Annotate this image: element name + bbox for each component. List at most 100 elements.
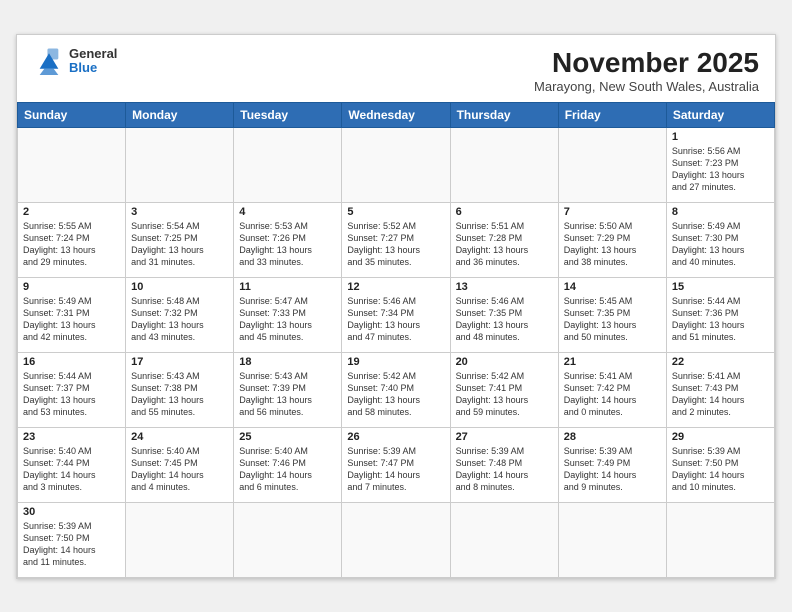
calendar-cell: 3Sunrise: 5:54 AM Sunset: 7:25 PM Daylig…: [126, 202, 234, 277]
week-row-1: 1Sunrise: 5:56 AM Sunset: 7:23 PM Daylig…: [18, 127, 775, 202]
day-info: Sunrise: 5:42 AM Sunset: 7:40 PM Dayligh…: [347, 370, 444, 419]
week-row-4: 16Sunrise: 5:44 AM Sunset: 7:37 PM Dayli…: [18, 352, 775, 427]
day-number: 12: [347, 281, 444, 293]
calendar-cell: 16Sunrise: 5:44 AM Sunset: 7:37 PM Dayli…: [18, 352, 126, 427]
calendar-cell: 11 Sunrise: 5:47 AM Sunset: 7:33 PM Dayli…: [234, 277, 342, 352]
calendar-cell: [342, 502, 450, 577]
day-number: 7: [564, 206, 661, 218]
day-info: Sunrise: 5:52 AM Sunset: 7:27 PM Dayligh…: [347, 220, 444, 269]
day-info: Sunrise: 5:46 AM Sunset: 7:35 PM Dayligh…: [456, 295, 553, 344]
calendar-cell: 20Sunrise: 5:42 AM Sunset: 7:41 PM Dayli…: [450, 352, 558, 427]
day-info: Sunrise: 5:41 AM Sunset: 7:43 PM Dayligh…: [672, 370, 769, 419]
day-number: 5: [347, 206, 444, 218]
weekday-header-thursday: Thursday: [450, 102, 558, 127]
day-number: 24: [131, 431, 228, 443]
calendar-cell: 26 Sunrise: 5:39 AM Sunset: 7:47 PM Dayli…: [342, 427, 450, 502]
calendar-cell: 8Sunrise: 5:49 AM Sunset: 7:30 PM Daylig…: [666, 202, 774, 277]
weekday-header-sunday: Sunday: [18, 102, 126, 127]
calendar-cell: 5 Sunrise: 5:52 AM Sunset: 7:27 PM Daylig…: [342, 202, 450, 277]
day-number: 26: [347, 431, 444, 443]
calendar-cell: 21 Sunrise: 5:41 AM Sunset: 7:42 PM Dayli…: [558, 352, 666, 427]
calendar-cell: 13 Sunrise: 5:46 AM Sunset: 7:35 PM Dayli…: [450, 277, 558, 352]
calendar-cell: 14 Sunrise: 5:45 AM Sunset: 7:35 PM Dayli…: [558, 277, 666, 352]
calendar-cell: [18, 127, 126, 202]
day-info: Sunrise: 5:43 AM Sunset: 7:39 PM Dayligh…: [239, 370, 336, 419]
day-info: Sunrise: 5:39 AM Sunset: 7:50 PM Dayligh…: [23, 520, 120, 569]
day-info: Sunrise: 5:47 AM Sunset: 7:33 PM Dayligh…: [239, 295, 336, 344]
weekday-header-row: SundayMondayTuesdayWednesdayThursdayFrid…: [18, 102, 775, 127]
day-number: 28: [564, 431, 661, 443]
calendar-cell: 18 Sunrise: 5:43 AM Sunset: 7:39 PM Dayli…: [234, 352, 342, 427]
day-number: 13: [456, 281, 553, 293]
calendar-cell: 15 Sunrise: 5:44 AM Sunset: 7:36 PM Dayli…: [666, 277, 774, 352]
weekday-header-friday: Friday: [558, 102, 666, 127]
day-info: Sunrise: 5:56 AM Sunset: 7:23 PM Dayligh…: [672, 145, 769, 194]
day-info: Sunrise: 5:40 AM Sunset: 7:45 PM Dayligh…: [131, 445, 228, 494]
day-number: 22: [672, 356, 769, 368]
day-info: Sunrise: 5:44 AM Sunset: 7:37 PM Dayligh…: [23, 370, 120, 419]
day-info: Sunrise: 5:39 AM Sunset: 7:47 PM Dayligh…: [347, 445, 444, 494]
calendar-cell: [234, 127, 342, 202]
calendar-cell: [126, 127, 234, 202]
day-number: 14: [564, 281, 661, 293]
logo-icon: [33, 47, 65, 75]
week-row-3: 9 Sunrise: 5:49 AM Sunset: 7:31 PM Daylig…: [18, 277, 775, 352]
day-number: 17: [131, 356, 228, 368]
logo: General Blue: [33, 47, 117, 76]
day-number: 19: [347, 356, 444, 368]
day-info: Sunrise: 5:49 AM Sunset: 7:30 PM Dayligh…: [672, 220, 769, 269]
day-info: Sunrise: 5:40 AM Sunset: 7:46 PM Dayligh…: [239, 445, 336, 494]
month-title: November 2025: [534, 47, 759, 79]
day-number: 20: [456, 356, 553, 368]
calendar-table: SundayMondayTuesdayWednesdayThursdayFrid…: [17, 102, 775, 578]
day-number: 9: [23, 281, 120, 293]
day-info: Sunrise: 5:51 AM Sunset: 7:28 PM Dayligh…: [456, 220, 553, 269]
logo-text: General Blue: [69, 47, 117, 76]
day-number: 6: [456, 206, 553, 218]
day-info: Sunrise: 5:44 AM Sunset: 7:36 PM Dayligh…: [672, 295, 769, 344]
calendar-cell: 7 Sunrise: 5:50 AM Sunset: 7:29 PM Daylig…: [558, 202, 666, 277]
day-info: Sunrise: 5:50 AM Sunset: 7:29 PM Dayligh…: [564, 220, 661, 269]
calendar-header: General Blue November 2025 Marayong, New…: [17, 35, 775, 102]
calendar-cell: [342, 127, 450, 202]
calendar-cell: 28Sunrise: 5:39 AM Sunset: 7:49 PM Dayli…: [558, 427, 666, 502]
week-row-6: 30Sunrise: 5:39 AM Sunset: 7:50 PM Dayli…: [18, 502, 775, 577]
calendar-cell: 4Sunrise: 5:53 AM Sunset: 7:26 PM Daylig…: [234, 202, 342, 277]
calendar-cell: 17Sunrise: 5:43 AM Sunset: 7:38 PM Dayli…: [126, 352, 234, 427]
calendar-tbody: 1Sunrise: 5:56 AM Sunset: 7:23 PM Daylig…: [18, 127, 775, 577]
calendar-cell: [666, 502, 774, 577]
weekday-header-wednesday: Wednesday: [342, 102, 450, 127]
title-block: November 2025 Marayong, New South Wales,…: [534, 47, 759, 94]
day-number: 2: [23, 206, 120, 218]
weekday-header-saturday: Saturday: [666, 102, 774, 127]
day-number: 23: [23, 431, 120, 443]
week-row-5: 23Sunrise: 5:40 AM Sunset: 7:44 PM Dayli…: [18, 427, 775, 502]
calendar-container: General Blue November 2025 Marayong, New…: [16, 34, 776, 579]
calendar-cell: 25Sunrise: 5:40 AM Sunset: 7:46 PM Dayli…: [234, 427, 342, 502]
day-number: 21: [564, 356, 661, 368]
day-info: Sunrise: 5:41 AM Sunset: 7:42 PM Dayligh…: [564, 370, 661, 419]
calendar-cell: 23Sunrise: 5:40 AM Sunset: 7:44 PM Dayli…: [18, 427, 126, 502]
day-number: 15: [672, 281, 769, 293]
day-info: Sunrise: 5:49 AM Sunset: 7:31 PM Dayligh…: [23, 295, 120, 344]
calendar-cell: 27Sunrise: 5:39 AM Sunset: 7:48 PM Dayli…: [450, 427, 558, 502]
calendar-cell: [558, 502, 666, 577]
week-row-2: 2Sunrise: 5:55 AM Sunset: 7:24 PM Daylig…: [18, 202, 775, 277]
day-number: 11: [239, 281, 336, 293]
calendar-cell: [450, 502, 558, 577]
weekday-header-tuesday: Tuesday: [234, 102, 342, 127]
location: Marayong, New South Wales, Australia: [534, 79, 759, 94]
day-info: Sunrise: 5:53 AM Sunset: 7:26 PM Dayligh…: [239, 220, 336, 269]
calendar-thead: SundayMondayTuesdayWednesdayThursdayFrid…: [18, 102, 775, 127]
calendar-cell: [126, 502, 234, 577]
calendar-cell: 9 Sunrise: 5:49 AM Sunset: 7:31 PM Daylig…: [18, 277, 126, 352]
day-number: 3: [131, 206, 228, 218]
calendar-cell: 22 Sunrise: 5:41 AM Sunset: 7:43 PM Dayli…: [666, 352, 774, 427]
calendar-cell: 10Sunrise: 5:48 AM Sunset: 7:32 PM Dayli…: [126, 277, 234, 352]
calendar-cell: 12Sunrise: 5:46 AM Sunset: 7:34 PM Dayli…: [342, 277, 450, 352]
day-number: 18: [239, 356, 336, 368]
calendar-cell: [234, 502, 342, 577]
day-info: Sunrise: 5:45 AM Sunset: 7:35 PM Dayligh…: [564, 295, 661, 344]
day-number: 29: [672, 431, 769, 443]
calendar-cell: 30Sunrise: 5:39 AM Sunset: 7:50 PM Dayli…: [18, 502, 126, 577]
